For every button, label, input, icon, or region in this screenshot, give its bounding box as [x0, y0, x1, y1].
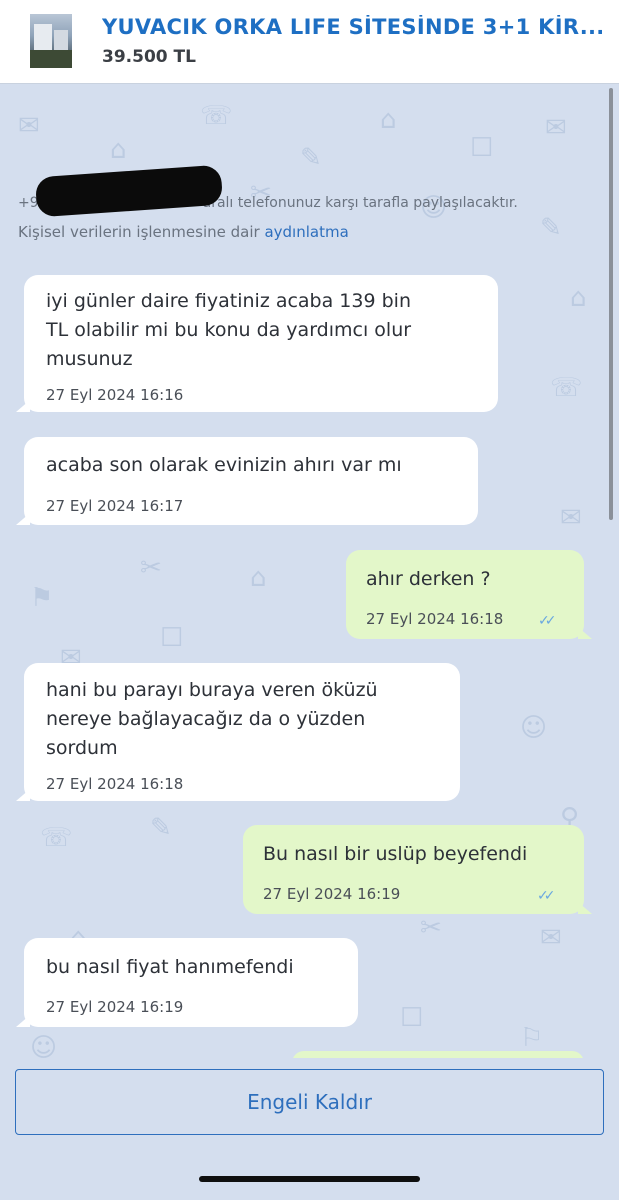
privacy-notice: Kişisel verilerin işlenmesine dair aydın… — [18, 222, 598, 242]
message-text: ahır derken ? — [366, 568, 491, 590]
doodle-icon: ⌂ — [110, 135, 127, 165]
privacy-notice-text: Kişisel verilerin işlenmesine dair — [18, 223, 260, 241]
message-text: Bu nasıl bir uslüp beyefendi — [263, 843, 528, 865]
doodle-icon: ✎ — [300, 143, 322, 173]
chat-area[interactable]: ✉ ⌂ ☏ ✎ ⌂ ☐ ✉ ⚲ ✂ ☺ ✎ ⌂ ☏ ✉ ⚐ ⚑ ✂ ⌂ ☐ ✉ … — [0, 85, 619, 1200]
doodle-icon: ⌂ — [380, 105, 397, 135]
doodle-icon: ✂ — [140, 553, 162, 583]
doodle-icon: ☏ — [40, 823, 73, 853]
notice-line1-suffix: aralı telefonunuz karşı tarafla paylaşıl… — [202, 195, 518, 211]
unblock-button[interactable]: Engeli Kaldır — [15, 1069, 604, 1135]
doodle-icon: ☐ — [160, 623, 184, 653]
listing-title[interactable]: YUVACIK ORKA LIFE SİTESİNDE 3+1 KİR... — [102, 15, 602, 39]
message-timestamp: 27 Eyl 2024 16:19 — [263, 885, 401, 903]
message-incoming[interactable]: iyi günler daire fiyatiniz acaba 139 bin… — [16, 275, 498, 412]
doodle-icon: ☐ — [400, 1003, 424, 1033]
doodle-icon: ✎ — [150, 813, 172, 843]
message-timestamp: 27 Eyl 2024 16:18 — [366, 610, 504, 628]
message-outgoing[interactable]: Bu nasıl bir uslüp beyefendi 27 Eyl 2024… — [243, 825, 592, 914]
doodle-icon: ✉ — [545, 113, 567, 143]
doodle-icon: ☏ — [550, 373, 583, 403]
doodle-icon: ☏ — [200, 101, 233, 131]
chat-scrollbar[interactable] — [609, 88, 613, 520]
message-outgoing[interactable]: ahır derken ? 27 Eyl 2024 16:18 ✓✓ — [346, 550, 592, 639]
home-indicator[interactable] — [199, 1176, 420, 1182]
message-text: hani bu parayı buraya veren öküzü nereye… — [46, 679, 378, 759]
privacy-link[interactable]: aydınlatma — [264, 223, 348, 241]
doodle-icon: ⚑ — [30, 583, 54, 613]
message-incoming[interactable]: hani bu parayı buraya veren öküzü nereye… — [16, 663, 460, 801]
listing-price: 39.500 TL — [102, 47, 196, 67]
message-text: bu nasıl fiyat hanımefendi — [46, 956, 294, 978]
listing-header[interactable]: YUVACIK ORKA LIFE SİTESİNDE 3+1 KİR... 3… — [0, 0, 619, 84]
message-timestamp: 27 Eyl 2024 16:19 — [46, 998, 184, 1016]
doodle-icon: ✂ — [420, 913, 442, 943]
read-receipt-icon: ✓✓ — [538, 613, 557, 629]
doodle-icon: ✉ — [540, 923, 562, 953]
message-text: acaba son olarak evinizin ahırı var mı — [46, 454, 402, 476]
doodle-icon: ☺ — [520, 713, 548, 743]
message-timestamp: 27 Eyl 2024 16:17 — [46, 497, 184, 515]
doodle-icon: ⌂ — [570, 283, 587, 313]
message-incoming[interactable]: bu nasıl fiyat hanımefendi 27 Eyl 2024 1… — [16, 938, 358, 1027]
read-receipt-icon: ✓✓ — [537, 888, 556, 904]
doodle-icon: ✉ — [560, 503, 582, 533]
doodle-icon: ⌂ — [250, 563, 267, 593]
doodle-icon: ✉ — [18, 111, 40, 141]
message-timestamp: 27 Eyl 2024 16:18 — [46, 775, 184, 793]
doodle-icon: ⚐ — [520, 1023, 544, 1053]
listing-thumbnail[interactable] — [30, 14, 72, 68]
message-timestamp: 27 Eyl 2024 16:16 — [46, 386, 184, 404]
doodle-icon: ☐ — [470, 133, 494, 163]
message-text: iyi günler daire fiyatiniz acaba 139 bin… — [46, 290, 412, 370]
message-incoming[interactable]: acaba son olarak evinizin ahırı var mı 2… — [16, 437, 478, 525]
